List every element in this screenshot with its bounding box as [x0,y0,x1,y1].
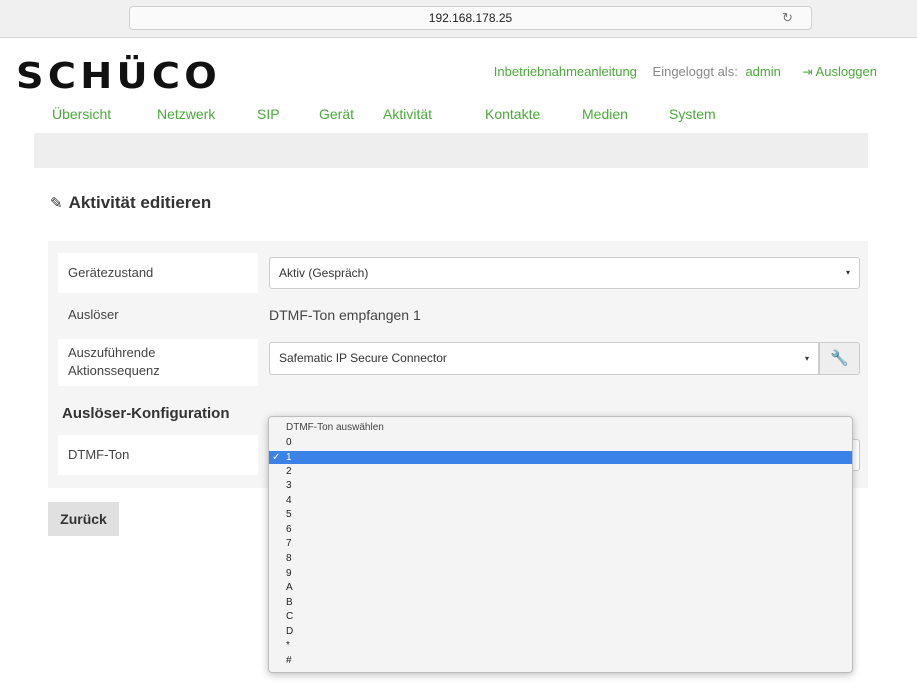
device-state-value: Aktiv (Gespräch) [279,266,369,280]
back-button[interactable]: Zurück [48,502,119,536]
nav-item-aktivitaet[interactable]: Aktivität [383,106,432,122]
logout-label: Ausloggen [815,64,877,79]
dropdown-option-2[interactable]: 2 [269,466,852,477]
checkmark-icon: ✓ [272,452,281,463]
trigger-value: DTMF-Ton empfangen 1 [269,307,421,323]
dtmf-dropdown-menu[interactable]: DTMF-Ton auswählen 0 ✓ 1 2 3 4 5 6 7 8 9… [268,416,853,673]
device-state-select[interactable]: Aktiv (Gespräch) ▾ [269,257,860,289]
logged-in-label: Eingeloggt als: [652,64,738,79]
trigger-label: Auslöser [68,307,119,322]
nav-item-system[interactable]: System [669,106,716,122]
dropdown-option-label: 1 [286,452,292,463]
dropdown-option-a[interactable]: A [269,582,852,593]
dropdown-option-b[interactable]: B [269,597,852,608]
reload-icon[interactable]: ↻ [782,7,793,29]
subnav-bar [34,133,868,168]
caret-down-icon: ▾ [845,268,850,277]
schueco-logo: SCHÜCO [16,52,221,92]
wrench-button[interactable]: 🔧 [819,342,860,375]
dropdown-option-hash[interactable]: # [269,655,852,666]
page-title-text: Aktivität editieren [68,193,212,212]
logout-link[interactable]: ⇥ Ausloggen [802,64,877,79]
address-bar[interactable]: 192.168.178.25 ↻ [129,6,812,30]
dropdown-option-c[interactable]: C [269,611,852,622]
dropdown-option-6[interactable]: 6 [269,524,852,535]
dropdown-option-4[interactable]: 4 [269,495,852,506]
dropdown-option-5[interactable]: 5 [269,509,852,520]
nav-item-geraet[interactable]: Gerät [319,106,354,122]
dropdown-option-1-selected[interactable]: ✓ 1 [269,451,852,464]
username[interactable]: admin [745,64,780,79]
pencil-icon: ✎ [50,195,63,212]
nav-item-netzwerk[interactable]: Netzwerk [157,106,215,122]
trigger-config-heading: Auslöser-Konfiguration [62,405,230,422]
dropdown-option-0[interactable]: 0 [269,437,852,448]
url-text: 192.168.178.25 [428,11,513,25]
action-sequence-value: Safematic IP Secure Connector [279,351,447,365]
manual-link[interactable]: Inbetriebnahmeanleitung [494,64,637,79]
action-sequence-label-line2: Aktionssequenz [68,363,160,378]
device-state-label: Gerätezustand [58,253,258,293]
header-links: Inbetriebnahmeanleitung Eingeloggt als: … [494,64,877,79]
dropdown-option-3[interactable]: 3 [269,480,852,491]
dropdown-placeholder: DTMF-Ton auswählen [286,422,384,433]
action-sequence-label: Auszuführende Aktionssequenz [58,339,258,386]
nav-item-kontakte[interactable]: Kontakte [485,106,540,122]
nav-item-uebersicht[interactable]: Übersicht [52,106,111,122]
form-row-trigger: Auslöser DTMF-Ton empfangen 1 [58,298,869,332]
nav-item-sip[interactable]: SIP [257,106,280,122]
page-title: ✎ Aktivität editieren [50,193,211,213]
dtmf-label: DTMF-Ton [58,435,258,475]
nav-item-medien[interactable]: Medien [582,106,628,122]
dropdown-option-9[interactable]: 9 [269,568,852,579]
dropdown-option-d[interactable]: D [269,626,852,637]
browser-toolbar: 192.168.178.25 ↻ [0,0,917,38]
dropdown-option-star[interactable]: * [269,640,852,651]
form-row-device-state: Gerätezustand Aktiv (Gespräch) ▾ [58,253,869,293]
wrench-icon: 🔧 [830,350,849,367]
dropdown-option-7[interactable]: 7 [269,538,852,549]
action-sequence-select[interactable]: Safematic IP Secure Connector ▾ [269,342,819,375]
action-sequence-label-line1: Auszuführende [68,345,156,360]
logo-text: SCHÜCO [16,55,221,92]
form-row-action-sequence: Auszuführende Aktionssequenz Safematic I… [58,339,869,386]
caret-down-icon: ▾ [804,354,809,363]
sign-out-icon: ⇥ [802,65,813,79]
dropdown-option-8[interactable]: 8 [269,553,852,564]
